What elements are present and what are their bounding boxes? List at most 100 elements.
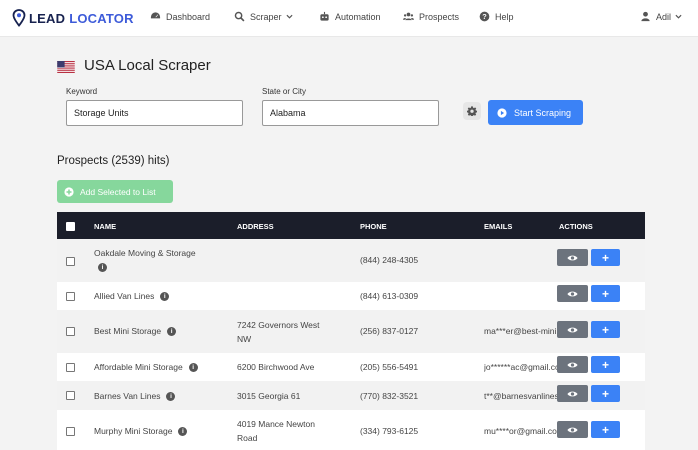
view-button[interactable] bbox=[557, 321, 588, 338]
add-row-button[interactable]: + bbox=[591, 249, 620, 266]
start-scraping-button[interactable]: Start Scraping bbox=[488, 100, 583, 125]
row-name: Barnes Van Lines bbox=[94, 391, 161, 401]
header-name: NAME bbox=[94, 222, 117, 231]
view-button[interactable] bbox=[557, 421, 588, 438]
row-phone: (205) 556-5491 bbox=[360, 362, 419, 372]
row-checkbox[interactable] bbox=[66, 427, 75, 436]
row-address: 4019 Mance Newton Road bbox=[237, 419, 315, 443]
nav-automation[interactable]: Automation bbox=[319, 11, 381, 22]
row-address: 3015 Georgia 61 bbox=[237, 391, 301, 401]
nav-scraper[interactable]: Scraper bbox=[234, 11, 293, 22]
row-phone: (334) 793-6125 bbox=[360, 426, 419, 436]
results-title: Prospects (2539) hits) bbox=[57, 155, 170, 167]
row-address: 7242 Governors West NW bbox=[237, 320, 320, 344]
nav-help[interactable]: ? Help bbox=[479, 11, 514, 22]
info-icon[interactable]: i bbox=[188, 363, 198, 373]
row-name-cell: Oakdale Moving & Storage i bbox=[94, 246, 224, 274]
header-address: ADDRESS bbox=[237, 222, 274, 231]
row-email: jo******ac@gmail.com bbox=[484, 362, 557, 372]
add-row-button[interactable]: + bbox=[591, 385, 620, 402]
add-row-button[interactable]: + bbox=[591, 421, 620, 438]
nav-automation-label: Automation bbox=[335, 11, 381, 22]
gear-icon bbox=[467, 106, 477, 116]
header-phone: PHONE bbox=[360, 222, 387, 231]
view-button[interactable] bbox=[557, 385, 588, 402]
chevron-down-icon bbox=[675, 14, 682, 19]
navbar: LEAD LOCATOR Dashboard Scraper Automatio… bbox=[0, 0, 698, 37]
user-menu[interactable]: Adil bbox=[640, 11, 682, 22]
play-circle-icon bbox=[497, 107, 507, 118]
info-icon[interactable]: i bbox=[178, 427, 188, 437]
location-label: State or City bbox=[262, 87, 307, 96]
users-icon bbox=[403, 12, 414, 21]
nav-prospects[interactable]: Prospects bbox=[403, 11, 459, 22]
gauge-icon bbox=[150, 12, 161, 19]
row-address bbox=[237, 246, 349, 260]
row-name: Murphy Mini Storage bbox=[94, 426, 173, 436]
row-checkbox[interactable] bbox=[66, 327, 75, 336]
row-checkbox[interactable] bbox=[66, 257, 75, 266]
view-button[interactable] bbox=[557, 249, 588, 266]
add-row-button[interactable]: + bbox=[591, 321, 620, 338]
nav-dashboard[interactable]: Dashboard bbox=[150, 11, 210, 22]
row-phone: (844) 613-0309 bbox=[360, 291, 419, 301]
brand-word-lead: LEAD bbox=[29, 10, 66, 26]
table-header: NAME ADDRESS PHONE EMAILS ACTIONS bbox=[57, 212, 645, 239]
add-selected-button[interactable]: Add Selected to List bbox=[57, 180, 173, 203]
chevron-down-icon bbox=[285, 14, 293, 19]
row-phone: (256) 837-0127 bbox=[360, 326, 419, 336]
settings-button[interactable] bbox=[463, 102, 481, 120]
robot-icon bbox=[320, 11, 329, 21]
table-row: Best Mini Storage i 7242 Governors West NW… bbox=[57, 310, 645, 353]
row-name-cell: Barnes Van Lines i bbox=[94, 389, 224, 403]
row-email: ma***er@best-mini bbox=[484, 326, 557, 336]
brand-word-locator: LOCATOR bbox=[69, 10, 134, 26]
info-icon[interactable]: i bbox=[160, 292, 170, 302]
user-icon bbox=[641, 11, 650, 22]
row-name-cell: Best Mini Storage i bbox=[94, 324, 224, 338]
row-checkbox[interactable] bbox=[66, 363, 75, 372]
row-phone: (844) 248-4305 bbox=[360, 255, 419, 265]
nav-dashboard-label: Dashboard bbox=[166, 11, 211, 22]
row-email: mu****or@gmail.com bbox=[484, 426, 557, 436]
view-button[interactable] bbox=[557, 285, 588, 302]
row-name-cell: Murphy Mini Storage i bbox=[94, 424, 224, 438]
eye-icon bbox=[567, 291, 578, 296]
view-button[interactable] bbox=[557, 356, 588, 373]
table-row: Oakdale Moving & Storage i (844) 248-430… bbox=[57, 239, 645, 282]
start-scraping-label: Start Scraping bbox=[514, 107, 572, 118]
table-row: Barnes Van Lines i 3015 Georgia 61 (770) … bbox=[57, 381, 645, 410]
row-name: Oakdale Moving & Storage bbox=[94, 248, 196, 258]
row-name-cell: Affordable Mini Storage i bbox=[94, 360, 229, 374]
eye-icon bbox=[567, 255, 578, 260]
row-name: Best Mini Storage bbox=[94, 326, 162, 336]
nav-help-label: Help bbox=[495, 11, 514, 22]
location-input[interactable] bbox=[262, 100, 439, 126]
add-row-button[interactable]: + bbox=[591, 285, 620, 302]
info-icon[interactable]: i bbox=[167, 327, 177, 337]
nav-scraper-label: Scraper bbox=[250, 11, 282, 22]
row-checkbox[interactable] bbox=[66, 292, 75, 301]
svg-text:?: ? bbox=[482, 12, 487, 21]
row-checkbox[interactable] bbox=[66, 391, 75, 400]
eye-icon bbox=[567, 362, 578, 367]
user-name: Adil bbox=[656, 11, 672, 22]
brand-logo[interactable]: LEAD LOCATOR bbox=[12, 9, 134, 27]
keyword-input[interactable] bbox=[66, 100, 243, 126]
table-row: Murphy Mini Storage i 4019 Mance Newton Ro… bbox=[57, 410, 645, 450]
add-selected-label: Add Selected to List bbox=[80, 186, 156, 197]
header-emails: EMAILS bbox=[484, 222, 513, 231]
search-icon bbox=[234, 11, 245, 22]
row-name-cell: Allied Van Lines i bbox=[94, 289, 224, 303]
page-title: USA Local Scraper bbox=[84, 57, 211, 74]
header-actions: ACTIONS bbox=[559, 222, 593, 231]
table-row: Allied Van Lines i (844) 613-0309 + bbox=[57, 282, 645, 310]
add-row-button[interactable]: + bbox=[591, 356, 620, 373]
select-all-checkbox[interactable] bbox=[66, 222, 75, 231]
keyword-label: Keyword bbox=[66, 87, 98, 96]
eye-icon bbox=[567, 427, 578, 432]
info-icon[interactable]: i bbox=[98, 263, 107, 273]
table-row: Affordable Mini Storage i 6200 Birchwood … bbox=[57, 353, 645, 381]
map-pin-icon bbox=[12, 9, 26, 27]
info-icon[interactable]: i bbox=[166, 392, 176, 402]
